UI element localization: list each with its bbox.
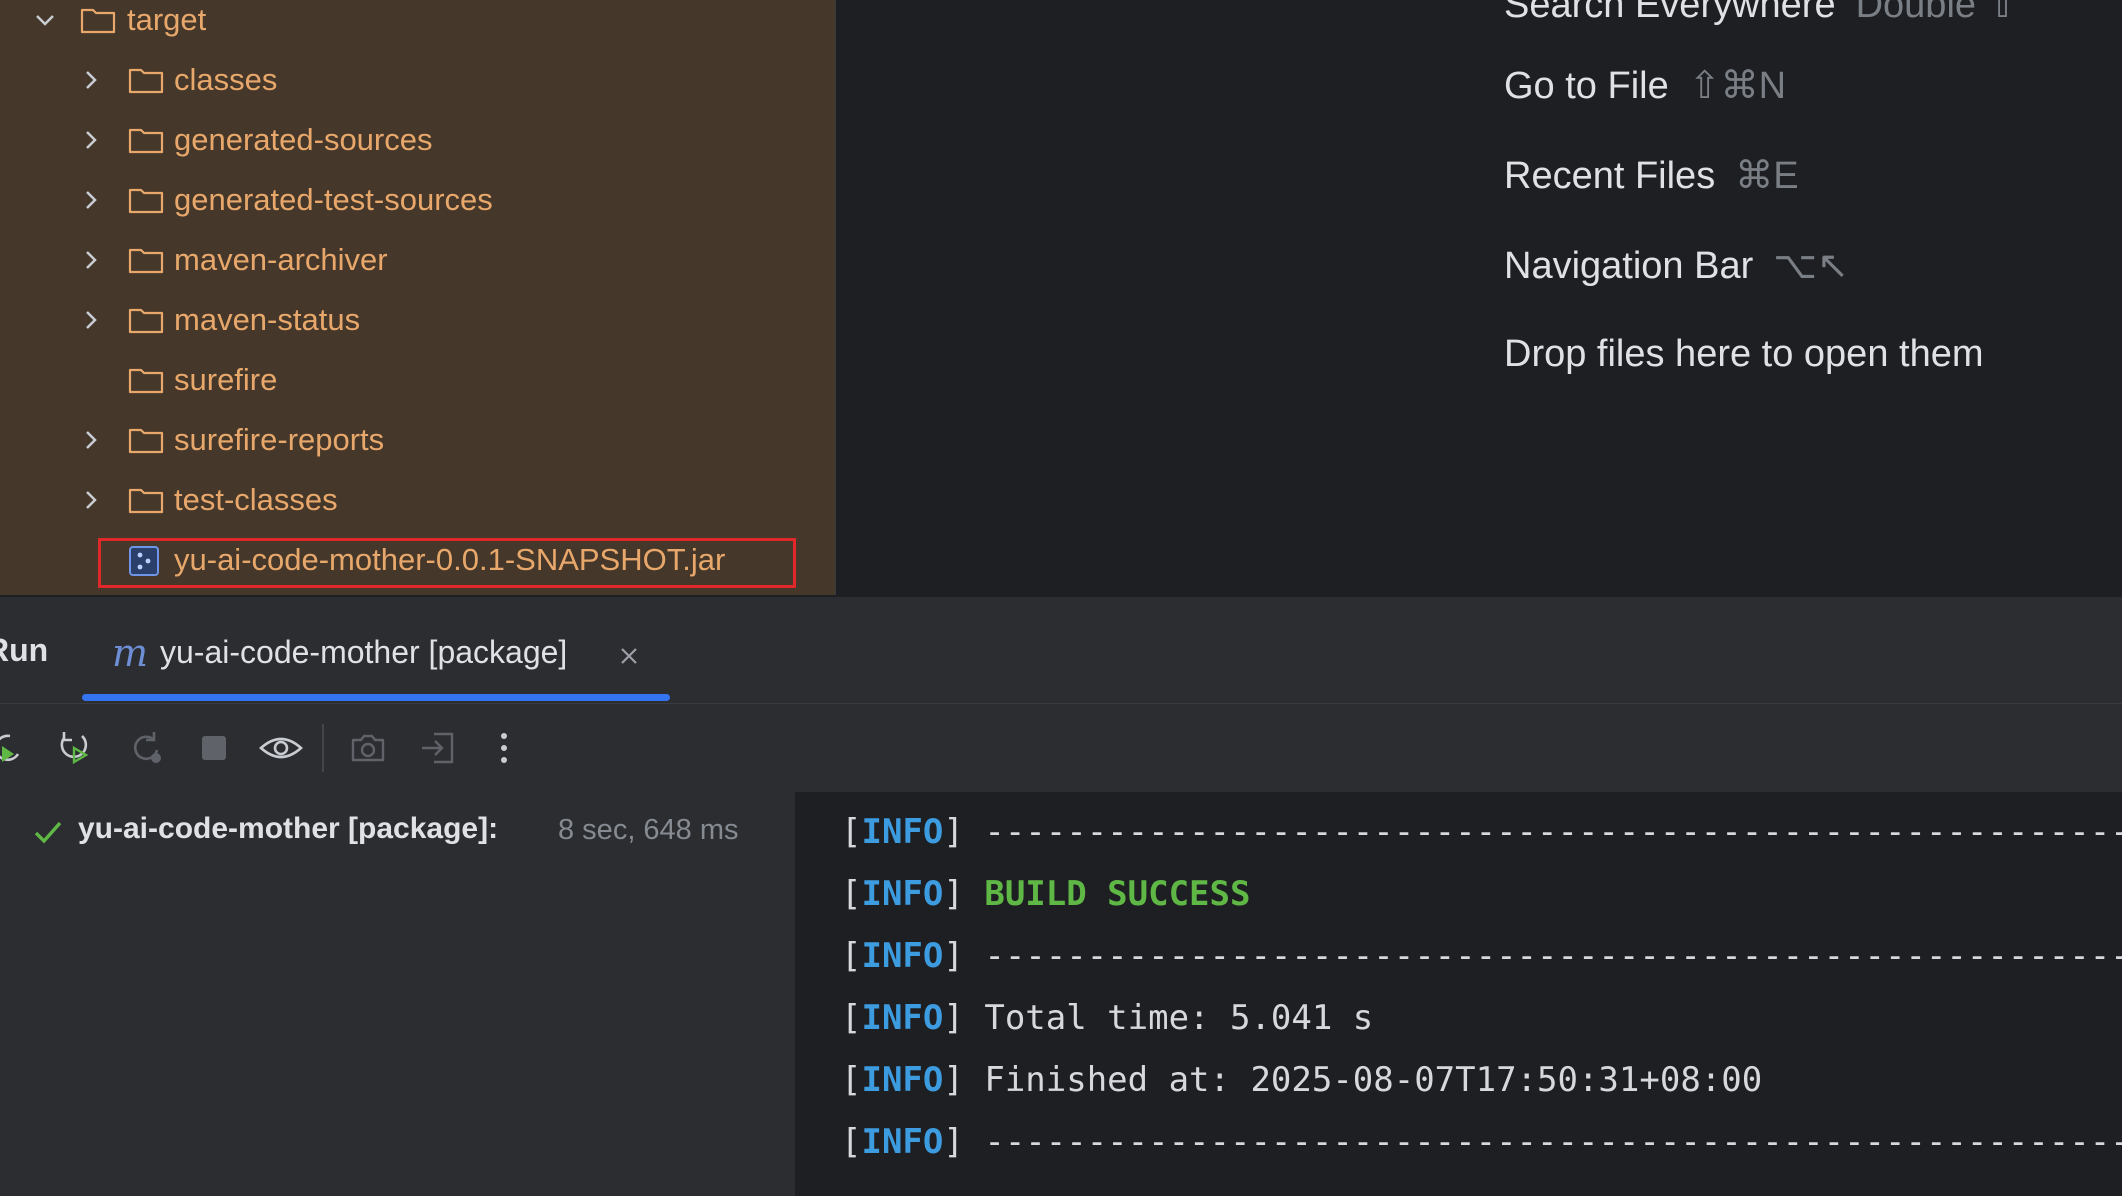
tree-item-generated-test-sources[interactable]: generated-test-sources [0,170,835,230]
chevron-down-icon[interactable] [30,5,60,35]
editor-hint: Drop files here to open them [1504,333,2004,376]
log-text: ----------------------------------------… [984,1122,2122,1162]
folder-icon [128,128,164,154]
tree-item-classes[interactable]: classes [0,50,835,110]
run-toolbar [0,703,2122,793]
chevron-right-icon[interactable] [76,485,106,515]
run-tool-window: Run m yu-ai-code-mother [package] [0,595,2122,1196]
hint-shortcut: ⌥↖ [1773,245,1849,287]
tree-item-label: surefire-reports [174,422,385,457]
tree-item-maven-status[interactable]: maven-status [0,290,835,350]
hint-shortcut: Double ⇧ [1855,0,2019,26]
console-line: [INFO] ---------------------------------… [841,936,2122,976]
run-item-duration: 8 sec, 648 ms [558,814,739,846]
console-line: [INFO] BUILD SUCCESS [841,874,1251,914]
folder-icon [128,428,164,454]
hint-label: Drop files here to open them [1504,333,1984,375]
console-line: [INFO] Finished at: 2025-08-07T17:50:31+… [841,1060,1763,1100]
folder-icon [128,188,164,214]
camera-icon[interactable] [348,728,388,768]
run-item-name: yu-ai-code-mother [package]: [78,812,499,845]
hint-label: Go to File [1504,65,1669,107]
rerun-icon[interactable] [0,728,28,768]
editor-empty-area: Search Everywhere Double ⇧ Go to File ⇧⌘N Re… [835,0,2122,595]
folder-icon [128,248,164,274]
console-line: [INFO] Total time: 5.041 s [841,998,1374,1038]
log-text: Finished at: 2025-08-07T17:50:31+08:00 [984,1060,1763,1100]
folder-icon [80,8,116,34]
tree-item-surefire-reports[interactable]: surefire-reports [0,410,835,470]
editor-hint: Go to File ⇧⌘N [1504,63,1786,108]
hint-shortcut: ⌘E [1735,155,1799,197]
log-level: INFO [861,1122,944,1162]
log-level: INFO [861,874,944,914]
import-icon[interactable] [418,728,458,768]
close-icon[interactable] [618,645,640,667]
console-line: [INFO] ---------------------------------… [841,812,2122,852]
chevron-right-icon[interactable] [76,305,106,335]
console-line-partial [841,792,861,802]
hint-shortcut: ⇧⌘N [1688,65,1787,107]
editor-hint: Navigation Bar ⌥↖ [1504,243,1849,288]
tree-item-label: surefire [174,362,278,397]
editor-hint: Recent Files ⌘E [1504,153,1799,198]
tool-window-title: Run [0,632,49,668]
chevron-right-icon[interactable] [76,185,106,215]
tree-item-label: target [127,2,207,37]
editor-hint: Search Everywhere Double ⇧ [1504,0,2018,27]
log-text: Total time: 5.041 s [984,998,1374,1038]
tree-item-maven-archiver[interactable]: maven-archiver [0,230,835,290]
toolbar-separator [322,724,324,772]
log-level: INFO [861,1060,944,1100]
tree-item-target[interactable]: target [0,0,835,50]
log-text: BUILD SUCCESS [984,874,1251,914]
folder-icon [128,68,164,94]
chevron-right-icon[interactable] [76,65,106,95]
tool-tab-bar: Run m yu-ai-code-mother [package] [0,597,2122,703]
folder-icon [128,368,164,394]
console-output[interactable]: [INFO] ---------------------------------… [795,792,2122,1196]
tree-item-label: generated-sources [174,122,433,157]
hint-label: Recent Files [1504,155,1716,197]
tree-item-label: classes [174,62,278,97]
hint-label: Navigation Bar [1504,245,1754,287]
chevron-right-icon[interactable] [76,245,106,275]
tree-item-surefire[interactable]: surefire [0,350,835,410]
run-tree: yu-ai-code-mother [package]: 8 sec, 648 … [0,792,795,1196]
chevron-right-icon[interactable] [76,125,106,155]
restart-icon[interactable] [126,728,166,768]
log-level: INFO [861,998,944,1038]
log-text: ----------------------------------------… [984,936,2122,976]
console-line: [INFO] ---------------------------------… [841,1122,2122,1162]
tab-run-configuration[interactable]: m yu-ai-code-mother [package] [82,617,670,701]
checkmark-icon [34,821,62,844]
folder-icon [128,488,164,514]
folder-icon [128,308,164,334]
more-options-icon[interactable] [484,728,524,768]
tab-active-indicator [82,694,670,701]
tab-label: yu-ai-code-mother [package] [160,634,568,670]
highlight-box [98,538,796,588]
tree-item-label: maven-status [174,302,361,337]
tree-item-generated-sources[interactable]: generated-sources [0,110,835,170]
stop-icon[interactable] [194,728,234,768]
maven-icon: m [112,631,149,675]
hint-label: Search Everywhere [1504,0,1836,26]
log-level: INFO [861,936,944,976]
log-text: ----------------------------------------… [984,812,2122,852]
rerun-failed-icon[interactable] [54,728,94,768]
tree-item-test-classes[interactable]: test-classes [0,470,835,530]
tree-item-label: maven-archiver [174,242,388,277]
tree-item-label: test-classes [174,482,338,517]
eye-icon[interactable] [258,728,304,768]
log-level: INFO [861,812,944,852]
project-tree: target classes generated-sources generated… [0,0,835,595]
tree-item-label: generated-test-sources [174,182,493,217]
chevron-right-icon[interactable] [76,425,106,455]
